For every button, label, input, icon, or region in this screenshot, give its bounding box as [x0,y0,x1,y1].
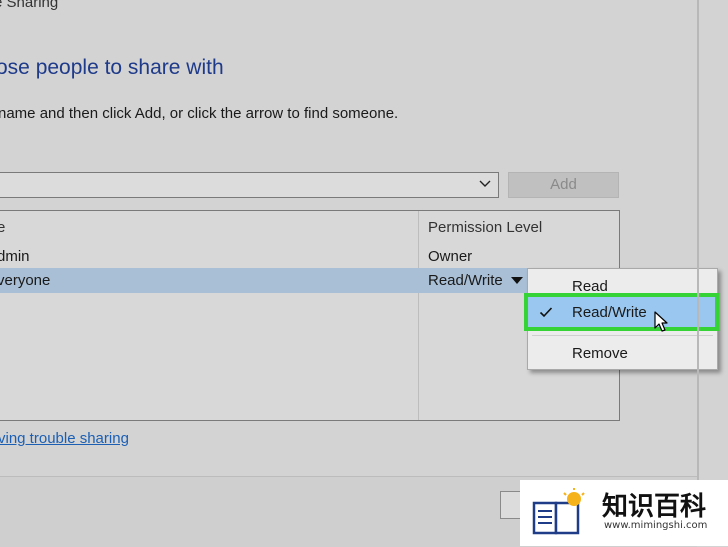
mouse-cursor-icon [654,311,668,332]
watermark-url: www.mimingshi.com [604,520,708,531]
row-name: veryone [0,272,51,289]
page-heading: ose people to share with [0,56,224,79]
watermark-brand: 知识百科 [602,492,707,522]
menu-item-read-write[interactable]: Read/Write [524,293,719,331]
help-link-trouble-sharing[interactable]: ving trouble sharing [0,430,129,447]
chevron-down-icon[interactable] [478,177,492,191]
instruction-text: name and then click Add, or click the ar… [0,105,399,122]
column-header-name[interactable]: e [0,219,5,236]
dropdown-arrow-icon[interactable] [511,277,523,284]
list-row-admin[interactable]: dmin Owner [0,244,619,269]
column-header-permission[interactable]: Permission Level [428,219,542,236]
row-permission: Owner [428,248,473,265]
menu-item-read[interactable]: Read [528,273,717,299]
window-title: e Sharing [0,0,59,11]
row-permission-dropdown[interactable]: Read/Write [428,272,503,289]
book-lightbulb-logo-icon [532,488,585,535]
menu-item-label: Read [572,278,608,295]
permission-context-menu: Read Read/Write Remove [524,268,719,370]
add-button[interactable]: Add [508,172,619,198]
column-divider [418,211,419,420]
row-name: dmin [0,248,30,265]
watermark: 知识百科 www.mimingshi.com [520,480,728,546]
menu-item-remove[interactable]: Remove [528,340,717,366]
window-border [697,0,699,546]
people-combobox[interactable] [0,172,499,198]
checkmark-icon [539,307,553,318]
menu-item-label: Read/Write [572,304,647,321]
menu-item-label: Remove [572,345,628,362]
menu-separator [532,335,713,336]
